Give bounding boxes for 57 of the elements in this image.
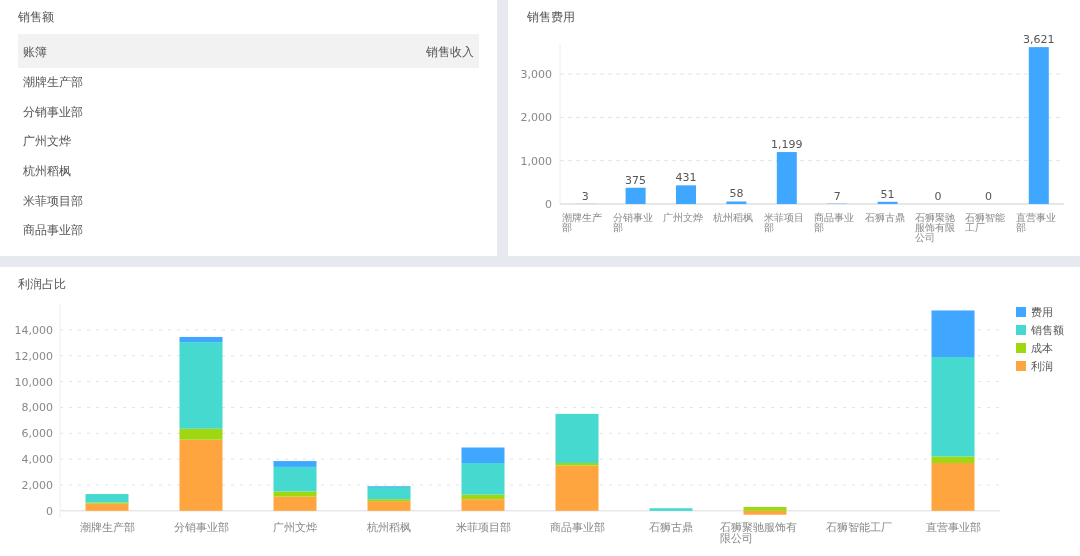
axis-tick-label: 6,000 [21, 427, 53, 441]
axis-category-label: 直营事业部 [925, 520, 981, 533]
value-label: 58 [729, 187, 744, 201]
panel-title: 销售额 [18, 9, 55, 26]
axis-tick-label: 12,000 [14, 349, 53, 363]
axis-tick-label: 4,000 [21, 453, 53, 467]
axis-category-label: 石狮聚驰服饰有限公司 [915, 212, 955, 243]
axis-tick-label: 2,000 [21, 479, 53, 492]
value-label: 3 [581, 189, 589, 203]
axis-category-label: 米菲项目部 [763, 212, 804, 233]
axis-tick-label: 0 [545, 198, 552, 211]
axis-category-label: 分销事业部 [173, 520, 229, 533]
axis-category-label: 杭州稻枫 [367, 520, 411, 533]
axis-category-label: 广州文烨 [663, 212, 703, 223]
table-cell: 分销事业部 [23, 103, 83, 121]
axis-tick-label: 2,000 [520, 111, 552, 125]
column-header: 销售收入 [426, 44, 474, 61]
table-cell: 广州文烨 [23, 133, 71, 151]
value-label: 7 [833, 189, 841, 203]
axis-tick-label: 8,000 [21, 401, 53, 415]
axis-category-label: 广州文烨 [273, 520, 317, 533]
panel-title: 利润占比 [17, 276, 67, 293]
axis-category-label: 商品事业部 [814, 212, 855, 233]
legend-label[interactable]: 费用 [1031, 306, 1053, 319]
axis-category-label: 潮牌生产部 [562, 212, 603, 233]
legend-label[interactable]: 成本 [1031, 342, 1053, 355]
value-label: 3,621 [1023, 33, 1055, 47]
legend-label[interactable]: 销售额 [1031, 324, 1064, 337]
value-label: 51 [880, 187, 895, 201]
axis-category-label: 石狮聚驰服饰有限公司 [720, 520, 797, 544]
axis-category-label: 石狮智能工厂 [965, 212, 1006, 233]
axis-category-label: 石狮古鼎 [649, 520, 693, 533]
axis-tick-label: 0 [46, 504, 53, 518]
value-label: 0 [984, 190, 992, 203]
column-header: 账簿 [23, 44, 47, 61]
table-cell: 米菲项目部 [23, 192, 83, 210]
axis-category-label: 米菲项目部 [455, 520, 511, 533]
value-label: 431 [675, 171, 697, 185]
panel-title: 销售费用 [526, 9, 576, 26]
axis-category-label: 商品事业部 [549, 520, 605, 533]
axis-tick-label: 14,000 [14, 323, 53, 337]
axis-category-label: 石狮古鼎 [864, 212, 905, 223]
axis-tick-label: 1,000 [520, 154, 552, 168]
legend-label[interactable]: 利润 [1031, 360, 1053, 373]
axis-tick-label: 10,000 [14, 375, 53, 389]
axis-category-label: 潮牌生产部 [79, 520, 135, 533]
table-cell: 商品事业部 [23, 222, 83, 240]
axis-category-label: 石狮智能工厂 [826, 520, 892, 533]
axis-category-label: 杭州稻枫 [713, 212, 754, 223]
axis-tick-label: 3,000 [520, 68, 552, 82]
axis-category-label: 分销事业部 [612, 212, 653, 233]
value-label: 1,199 [771, 138, 803, 152]
table-cell: 杭州稻枫 [23, 163, 71, 181]
table-cell: 潮牌生产部 [23, 74, 83, 92]
value-label: 375 [625, 173, 647, 187]
value-label: 0 [934, 190, 942, 203]
axis-category-label: 直营事业部 [1015, 212, 1056, 233]
